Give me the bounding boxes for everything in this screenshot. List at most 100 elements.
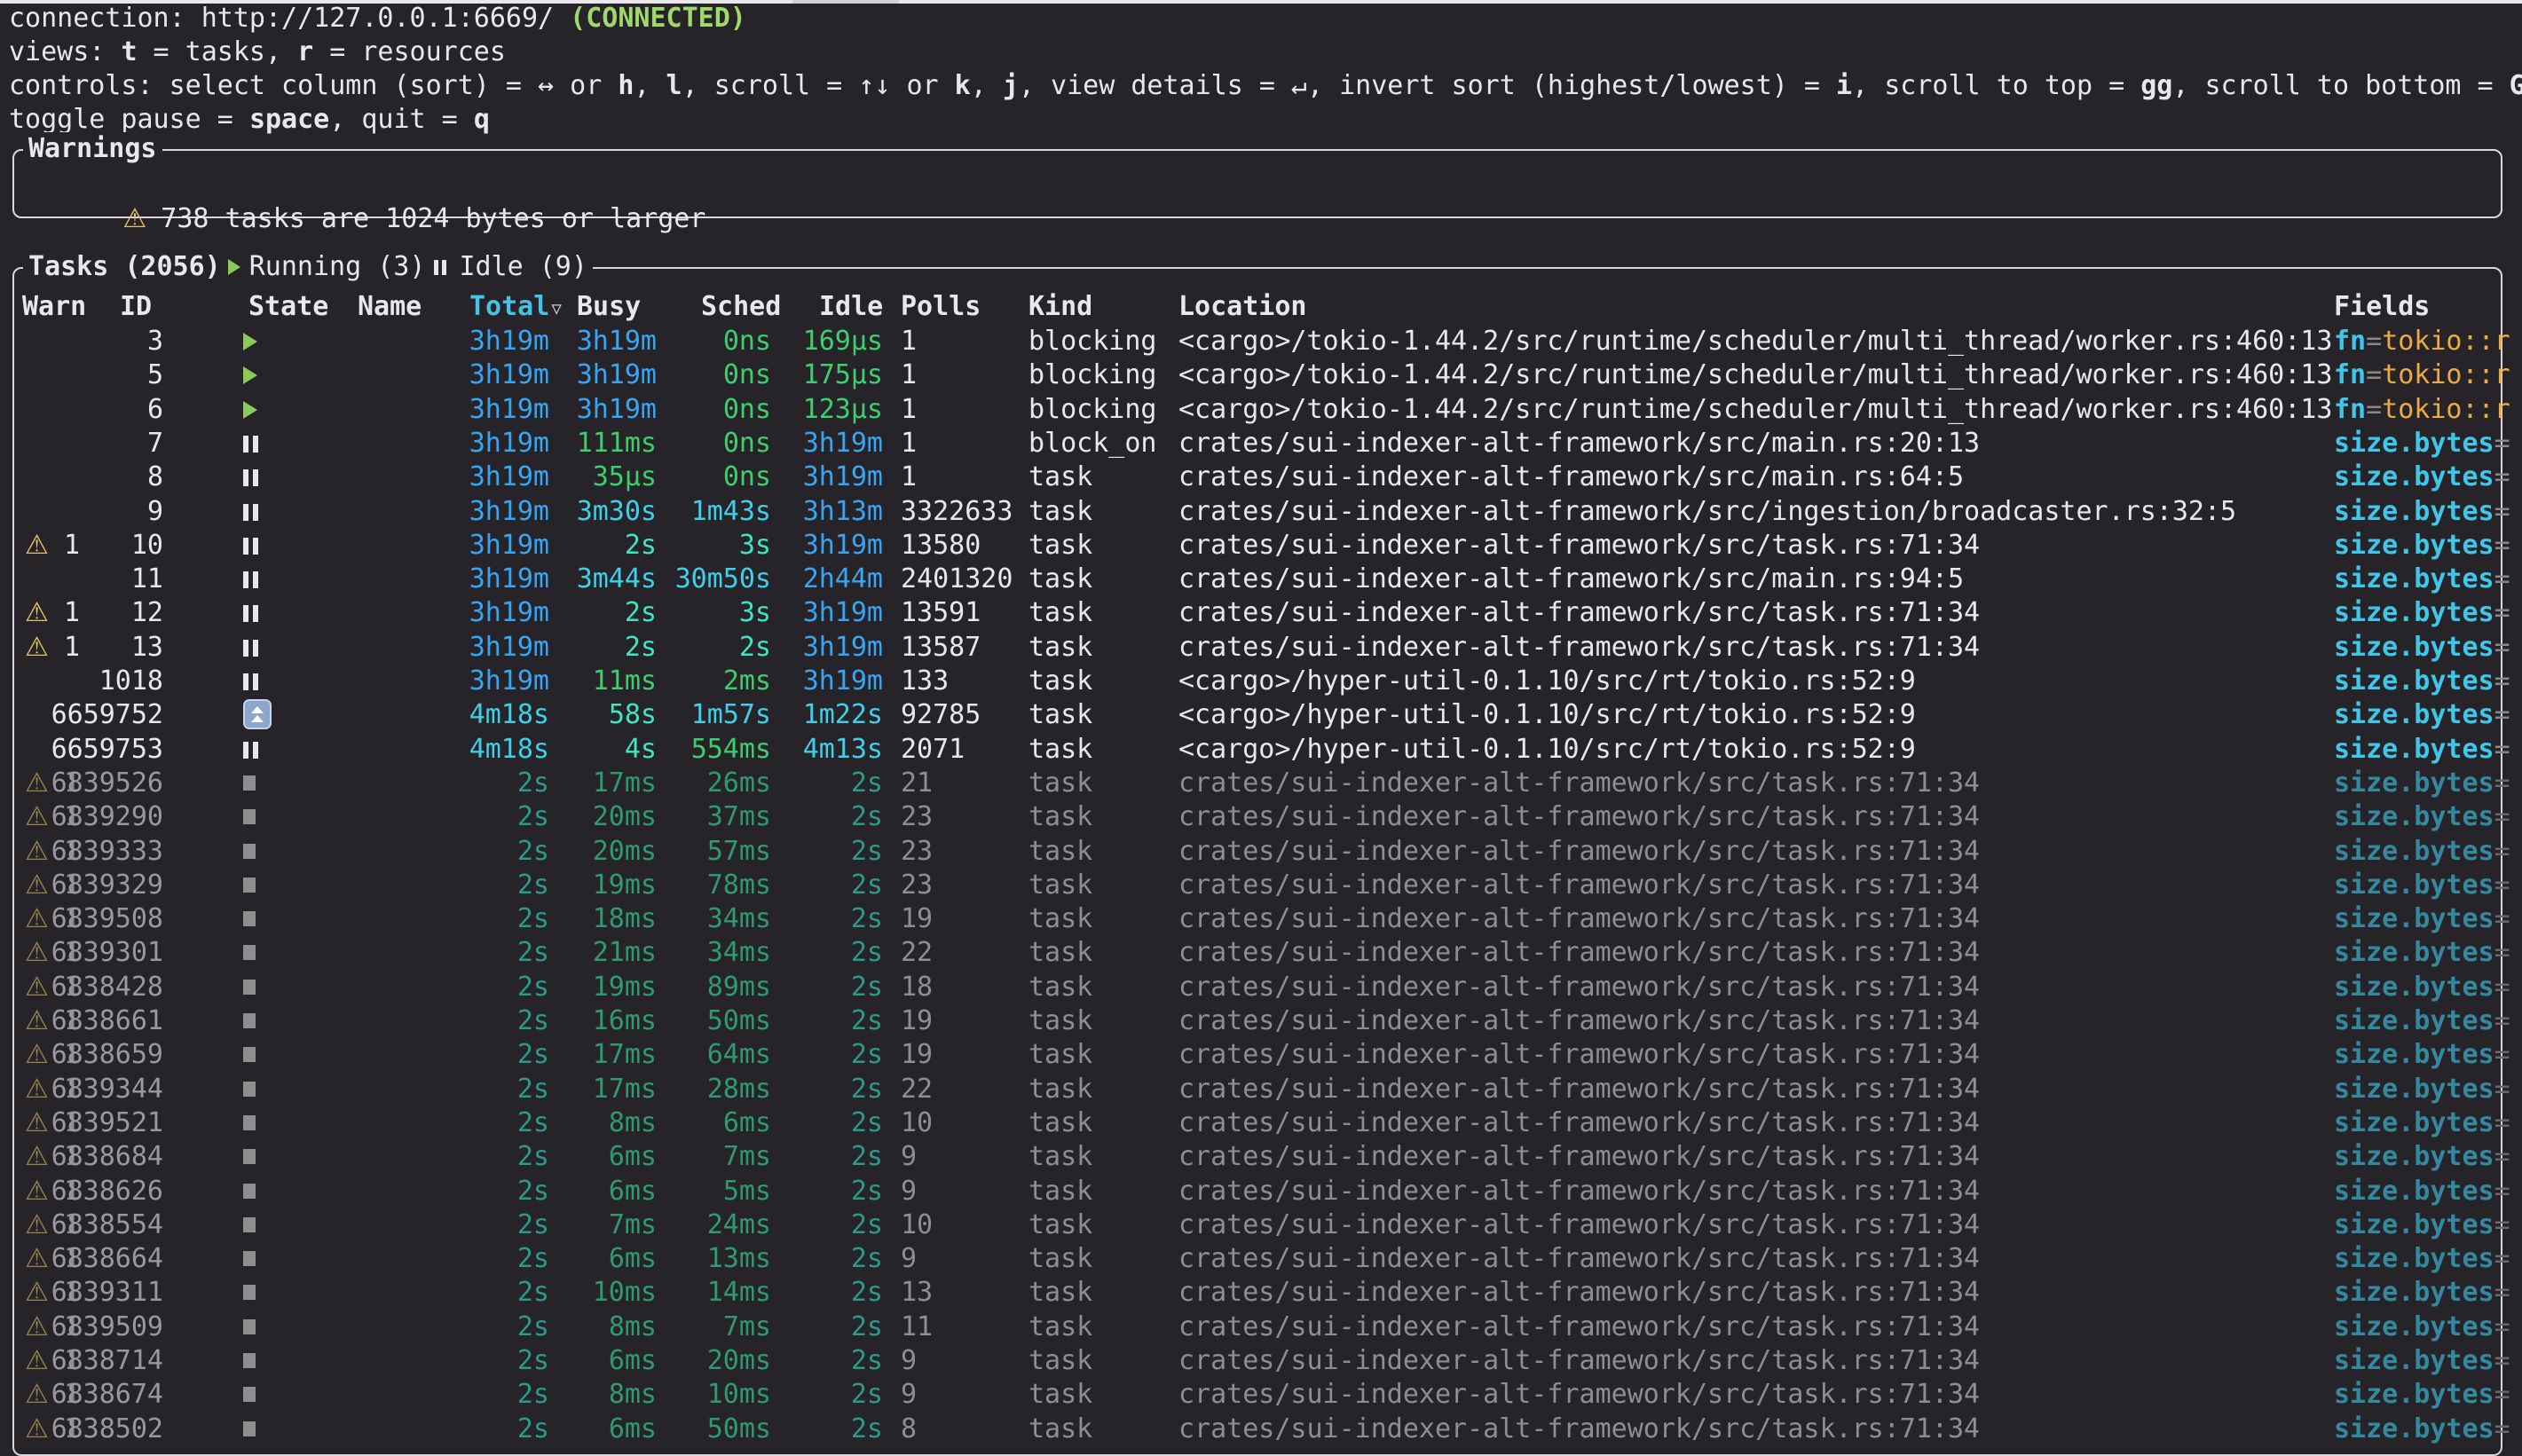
task-row[interactable]: ⚠168386642s6ms13ms2s9taskcrates/sui-inde… bbox=[14, 1242, 2517, 1276]
sched-cell: 14ms bbox=[656, 1276, 771, 1310]
busy-cell: 6ms bbox=[541, 1175, 657, 1208]
task-row[interactable]: 73h19m111ms0ns3h19m1block_oncrates/sui-i… bbox=[14, 427, 2517, 460]
help-text: , scroll to top = bbox=[1852, 70, 2140, 101]
task-row[interactable]: ⚠168395092s8ms7ms2s11taskcrates/sui-inde… bbox=[14, 1310, 2517, 1344]
kind-cell: task bbox=[1029, 1106, 1092, 1140]
task-row[interactable]: ⚠1133h19m2s2s3h19m13587taskcrates/sui-in… bbox=[14, 631, 2517, 665]
task-row[interactable]: ⚠168393332s20ms57ms2s23taskcrates/sui-in… bbox=[14, 835, 2517, 869]
task-row[interactable]: ⚠168393012s21ms34ms2s22taskcrates/sui-in… bbox=[14, 936, 2517, 970]
field-value: tokio::r bbox=[2382, 394, 2510, 425]
sched-cell: 7ms bbox=[656, 1310, 771, 1344]
task-id: 6838714 bbox=[41, 1344, 163, 1378]
help-text: , bbox=[971, 70, 1003, 101]
task-row[interactable]: 63h19m3h19m0ns123µs1blocking<cargo>/toki… bbox=[14, 393, 2517, 427]
field-equals: = bbox=[2494, 937, 2510, 968]
task-id: 10 bbox=[41, 529, 163, 563]
task-row[interactable]: ⚠168386262s6ms5ms2s9taskcrates/sui-index… bbox=[14, 1175, 2517, 1208]
busy-cell: 20ms bbox=[541, 800, 657, 834]
field-equals: = bbox=[2494, 632, 2510, 663]
idle-state-icon bbox=[243, 640, 263, 657]
task-row[interactable]: 53h19m3h19m0ns175µs1blocking<cargo>/toki… bbox=[14, 358, 2517, 392]
task-row[interactable]: 83h19m35µs0ns3h19m1taskcrates/sui-indexe… bbox=[14, 460, 2517, 494]
task-row[interactable]: ⚠168385542s7ms24ms2s10taskcrates/sui-ind… bbox=[14, 1208, 2517, 1242]
task-row[interactable]: ⚠168384282s19ms89ms2s18taskcrates/sui-in… bbox=[14, 971, 2517, 1004]
help-text: , view details = ↵, invert sort (highest… bbox=[1019, 70, 1836, 101]
fields-cell: size.bytes= bbox=[2334, 1344, 2510, 1378]
total-cell: 3h19m bbox=[434, 358, 549, 392]
sched-cell: 78ms bbox=[656, 869, 771, 902]
warning-text: 738 tasks are 1024 bytes or larger bbox=[161, 203, 705, 234]
task-row[interactable]: ⚠168395212s8ms6ms2s10taskcrates/sui-inde… bbox=[14, 1106, 2517, 1140]
task-row[interactable]: ⚠1103h19m2s3s3h19m13580taskcrates/sui-in… bbox=[14, 529, 2517, 563]
field-key: size.bytes bbox=[2334, 665, 2494, 697]
task-row[interactable]: 66597524m18s58s1m57s1m22s92785task<cargo… bbox=[14, 698, 2517, 732]
fields-cell: size.bytes= bbox=[2334, 869, 2510, 902]
task-row[interactable]: ⚠168386612s16ms50ms2s19taskcrates/sui-in… bbox=[14, 1004, 2517, 1038]
completed-state-icon bbox=[243, 980, 256, 995]
total-cell: 3h19m bbox=[434, 325, 549, 358]
idle-cell: 1m22s bbox=[768, 698, 883, 732]
field-equals: = bbox=[2494, 1243, 2510, 1274]
task-row[interactable]: ⚠168393292s19ms78ms2s23taskcrates/sui-in… bbox=[14, 869, 2517, 902]
fields-cell: size.bytes= bbox=[2334, 902, 2510, 936]
task-id: 6838659 bbox=[41, 1038, 163, 1072]
kind-cell: task bbox=[1029, 936, 1092, 970]
task-row[interactable]: ⚠168386842s6ms7ms2s9taskcrates/sui-index… bbox=[14, 1140, 2517, 1174]
field-key: size.bytes bbox=[2334, 496, 2494, 527]
busy-cell: 111ms bbox=[541, 427, 657, 460]
kind-cell: task bbox=[1029, 1344, 1092, 1378]
sched-cell: 50ms bbox=[656, 1004, 771, 1038]
kind-cell: task bbox=[1029, 1242, 1092, 1276]
task-row[interactable]: ⚠168387142s6ms20ms2s9taskcrates/sui-inde… bbox=[14, 1344, 2517, 1378]
task-row[interactable]: 33h19m3h19m0ns169µs1blocking<cargo>/toki… bbox=[14, 325, 2517, 358]
busy-cell: 6ms bbox=[541, 1242, 657, 1276]
field-key: size.bytes bbox=[2334, 1141, 2494, 1172]
task-id: 6838664 bbox=[41, 1242, 163, 1276]
fields-cell: size.bytes= bbox=[2334, 1310, 2510, 1344]
polls-cell: 22 bbox=[901, 1073, 933, 1106]
task-row[interactable]: 66597534m18s4s554ms4m13s2071task<cargo>/… bbox=[14, 733, 2517, 767]
task-row[interactable]: ⚠1123h19m2s3s3h19m13591taskcrates/sui-in… bbox=[14, 596, 2517, 630]
task-row[interactable]: ⚠168386592s17ms64ms2s19taskcrates/sui-in… bbox=[14, 1038, 2517, 1072]
field-equals: = bbox=[2494, 1005, 2510, 1036]
field-key: size.bytes bbox=[2334, 1005, 2494, 1036]
task-row[interactable]: ⚠168392902s20ms37ms2s23taskcrates/sui-in… bbox=[14, 800, 2517, 834]
task-id: 6839509 bbox=[41, 1310, 163, 1344]
task-row[interactable]: ⚠168393112s10ms14ms2s13taskcrates/sui-in… bbox=[14, 1276, 2517, 1310]
kind-cell: task bbox=[1029, 665, 1092, 698]
polls-cell: 19 bbox=[901, 1004, 933, 1038]
sched-cell: 57ms bbox=[656, 835, 771, 869]
kind-cell: task bbox=[1029, 495, 1092, 529]
help-key: space bbox=[249, 104, 329, 135]
fields-cell: size.bytes= bbox=[2334, 698, 2510, 732]
field-equals: = bbox=[2494, 530, 2510, 561]
task-row[interactable]: ⚠168395082s18ms34ms2s19taskcrates/sui-in… bbox=[14, 902, 2517, 936]
completed-state-icon bbox=[243, 945, 256, 960]
location-cell: crates/sui-indexer-alt-framework/src/tas… bbox=[1178, 1378, 1980, 1412]
completed-state-icon bbox=[243, 878, 256, 893]
task-row[interactable]: 113h19m3m44s30m50s2h44m2401320taskcrates… bbox=[14, 563, 2517, 596]
task-id: 6839333 bbox=[41, 835, 163, 869]
fields-cell: size.bytes= bbox=[2334, 460, 2510, 494]
polls-cell: 1 bbox=[901, 460, 917, 494]
task-id: 6839290 bbox=[41, 800, 163, 834]
field-key: size.bytes bbox=[2334, 1311, 2494, 1342]
task-row[interactable]: ⚠168393442s17ms28ms2s22taskcrates/sui-in… bbox=[14, 1073, 2517, 1106]
task-row[interactable]: ⚠168395262s17ms26ms2s21taskcrates/sui-in… bbox=[14, 767, 2517, 800]
field-equals: = bbox=[2494, 1039, 2510, 1070]
help-key: (CONNECTED) bbox=[570, 3, 746, 34]
task-row[interactable]: 10183h19m11ms2ms3h19m133task<cargo>/hype… bbox=[14, 665, 2517, 698]
task-row[interactable]: ⚠168386742s8ms10ms2s9taskcrates/sui-inde… bbox=[14, 1378, 2517, 1412]
task-id: 8 bbox=[41, 460, 163, 494]
idle-state-icon bbox=[243, 673, 263, 690]
fields-cell: size.bytes= bbox=[2334, 800, 2510, 834]
idle-cell: 3h19m bbox=[768, 631, 883, 665]
busy-cell: 20ms bbox=[541, 835, 657, 869]
running-state-icon bbox=[243, 401, 257, 419]
fields-cell: size.bytes= bbox=[2334, 596, 2510, 630]
idle-state-icon bbox=[243, 571, 263, 588]
task-row[interactable]: 93h19m3m30s1m43s3h13m3322633taskcrates/s… bbox=[14, 495, 2517, 529]
task-row[interactable]: ⚠168385022s6ms50ms2s8taskcrates/sui-inde… bbox=[14, 1413, 2517, 1446]
polls-cell: 9 bbox=[901, 1242, 917, 1276]
busy-cell: 4s bbox=[541, 733, 657, 767]
